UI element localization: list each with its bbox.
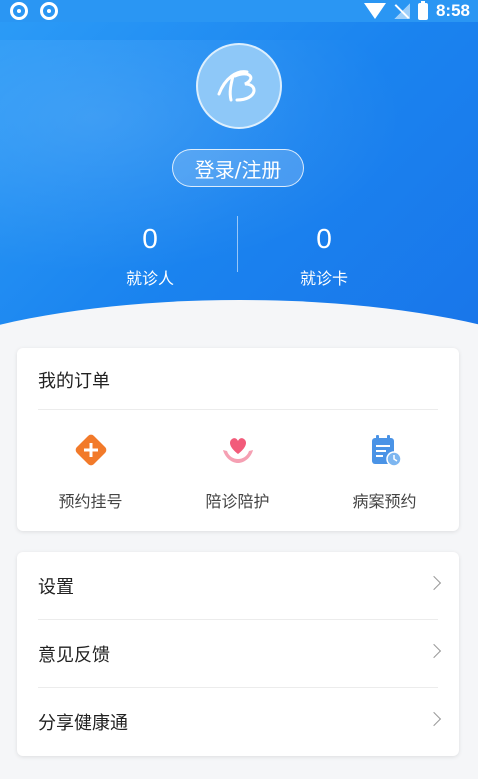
menu-item-label: 意见反馈 (38, 645, 110, 666)
stat-patients-value: 0 (142, 223, 158, 254)
chevron-right-icon (426, 643, 442, 659)
app-logo-icon (217, 70, 256, 102)
medical-record-icon (371, 435, 402, 467)
settings-menu-card: 设置 意见反馈 分享健康通 (17, 552, 459, 756)
stat-divider (237, 216, 238, 272)
menu-item-settings[interactable]: 设置 (17, 552, 459, 620)
profile-header: 登录/注册 0 就诊人 0 就诊卡 (0, 0, 478, 330)
stat-patients-label: 就诊人 (125, 269, 174, 288)
stat-cards-label: 就诊卡 (299, 269, 348, 288)
profile-page: 登录/注册 0 就诊人 0 就诊卡 8:58 我的订单 预约挂号 陪诊陪护 病案… (0, 0, 478, 779)
orders-title: 我的订单 (38, 371, 110, 392)
menu-item-label: 分享健康通 (38, 713, 128, 734)
sync-icon (10, 2, 28, 20)
chevron-right-icon (426, 711, 442, 727)
order-item-label: 病案预约 (352, 492, 417, 511)
order-item-medical-record[interactable]: 病案预约 (311, 430, 458, 512)
stat-cards[interactable]: 0 就诊卡 (254, 223, 394, 289)
order-item-care[interactable]: 陪诊陪护 (164, 430, 311, 512)
stat-cards-value: 0 (316, 223, 332, 254)
login-register-button[interactable]: 登录/注册 (172, 149, 304, 187)
order-item-label: 预约挂号 (58, 492, 123, 511)
order-item-label: 陪诊陪护 (205, 492, 270, 511)
stat-patients[interactable]: 0 就诊人 (80, 223, 220, 289)
menu-item-feedback[interactable]: 意见反馈 (17, 620, 459, 688)
menu-item-label: 设置 (38, 577, 74, 598)
header-curve (0, 300, 478, 330)
no-signal-icon (393, 3, 410, 19)
order-item-appointment[interactable]: 预约挂号 (17, 430, 164, 512)
care-icon (222, 438, 253, 463)
chevron-right-icon (426, 575, 442, 591)
appointment-icon (75, 434, 106, 466)
sync-icon-2 (40, 2, 58, 20)
orders-divider (38, 409, 438, 410)
wifi-icon (363, 3, 386, 19)
status-time: 8:58 (435, 1, 470, 20)
avatar[interactable] (196, 43, 282, 129)
battery-charging-icon (417, 0, 428, 20)
menu-item-share[interactable]: 分享健康通 (17, 688, 459, 756)
status-bar: 8:58 (0, 0, 478, 22)
my-orders-card: 我的订单 预约挂号 陪诊陪护 病案预约 (17, 348, 459, 531)
